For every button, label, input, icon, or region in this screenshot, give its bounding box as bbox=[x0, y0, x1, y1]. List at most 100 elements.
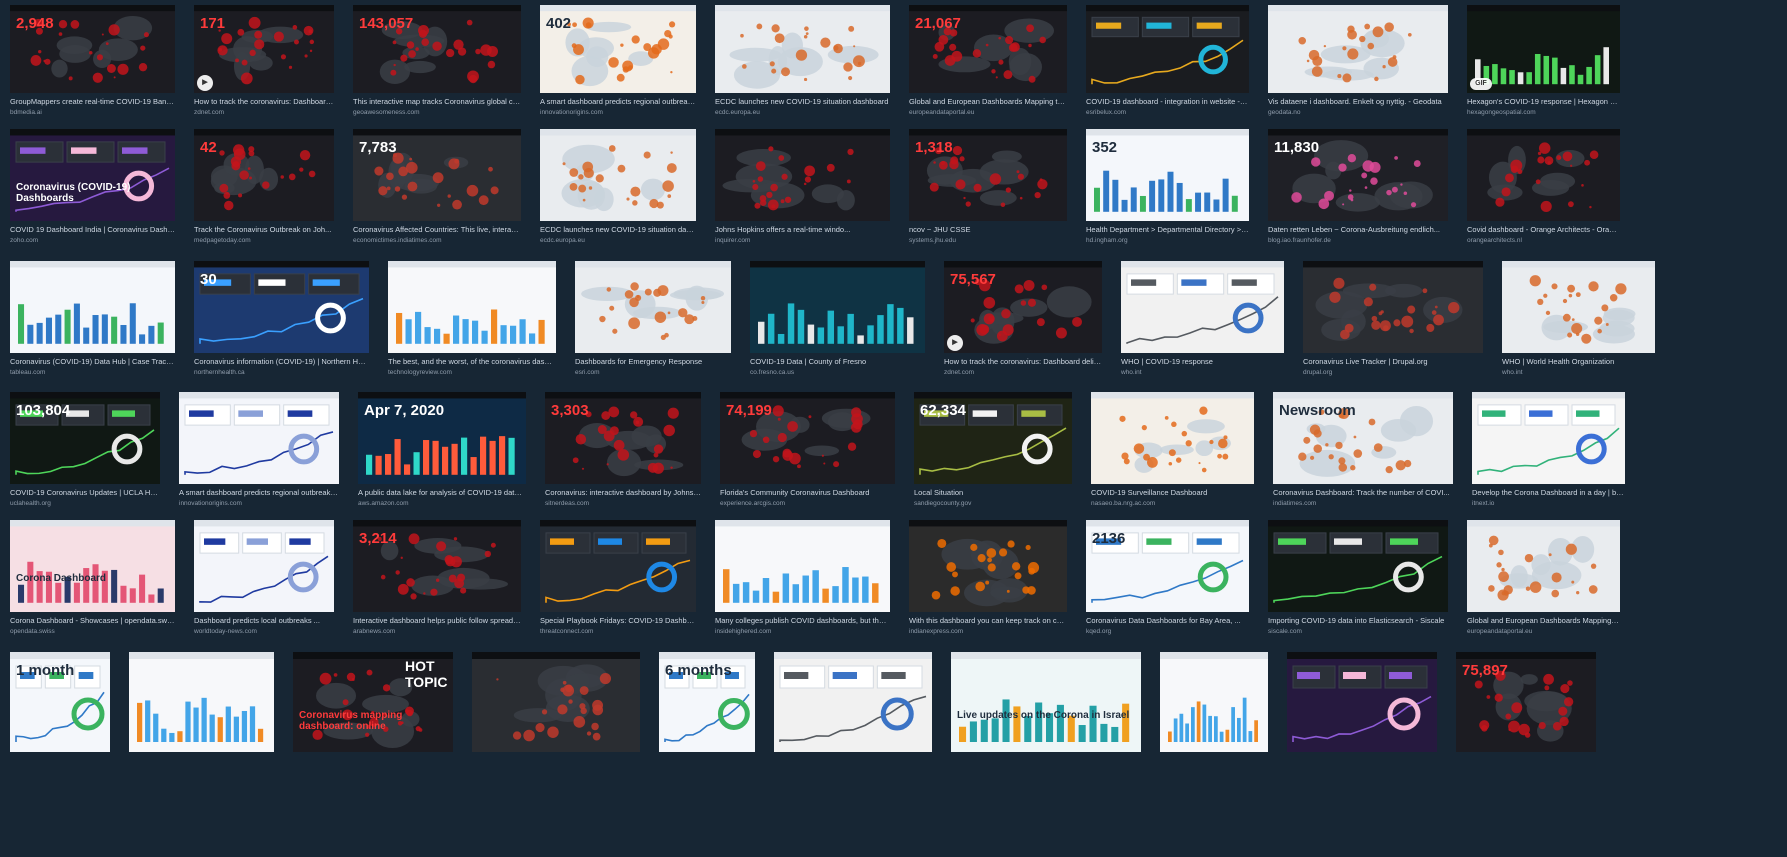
result-thumbnail[interactable] bbox=[388, 261, 556, 353]
image-result[interactable]: 7,783 Coronavirus Affected Countries: Thi… bbox=[353, 129, 521, 249]
result-thumbnail[interactable] bbox=[1502, 261, 1655, 353]
image-result[interactable]: Corona Dashboard Corona Dashboard - Showc… bbox=[10, 520, 175, 640]
result-thumbnail[interactable] bbox=[944, 261, 1102, 353]
result-thumbnail[interactable] bbox=[715, 520, 890, 612]
image-result[interactable]: 11,830 Daten retten Leben ~ Corona-Ausbre… bbox=[1268, 129, 1448, 249]
result-title[interactable]: The best, and the worst, of the coronavi… bbox=[388, 357, 556, 367]
result-title[interactable]: Coronavirus Live Tracker | Drupal.org bbox=[1303, 357, 1483, 367]
result-title[interactable]: Coronavirus (COVID-19) Data Hub | Case T… bbox=[10, 357, 175, 367]
result-title[interactable]: COVID-19 Coronavirus Updates | UCLA Heal… bbox=[10, 488, 160, 498]
result-title[interactable]: Hexagon's COVID-19 response | Hexagon Ge… bbox=[1467, 97, 1620, 107]
video-play-icon[interactable]: ▶ bbox=[197, 75, 213, 91]
result-source[interactable]: drupal.org bbox=[1303, 368, 1483, 377]
result-title[interactable]: Vis dataene i dashboard. Enkelt og nytti… bbox=[1268, 97, 1448, 107]
image-result[interactable]: ECDC launches new COVID-19 situation das… bbox=[540, 129, 696, 249]
result-source[interactable]: sandiegocounty.gov bbox=[914, 499, 1072, 508]
result-source[interactable]: innovationorigins.com bbox=[179, 499, 339, 508]
result-source[interactable]: tableau.com bbox=[10, 368, 175, 377]
image-result[interactable]: Many colleges publish COVID dashboards, … bbox=[715, 520, 890, 640]
result-thumbnail[interactable] bbox=[129, 652, 274, 752]
image-result[interactable]: 3,303 Coronavirus: interactive dashboard … bbox=[545, 392, 701, 512]
result-thumbnail[interactable] bbox=[1160, 652, 1268, 752]
result-thumbnail[interactable] bbox=[10, 652, 110, 752]
result-source[interactable]: indianexpress.com bbox=[909, 627, 1067, 636]
result-source[interactable]: zoho.com bbox=[10, 236, 175, 245]
result-title[interactable]: COVID-19 dashboard - integration in webs… bbox=[1086, 97, 1249, 107]
image-result[interactable]: Develop the Corona Dashboard in a day | … bbox=[1472, 392, 1625, 512]
result-thumbnail[interactable] bbox=[909, 520, 1067, 612]
image-result[interactable] bbox=[129, 652, 274, 780]
result-thumbnail[interactable] bbox=[179, 392, 339, 484]
image-result[interactable]: Coronavirus mapping dashboard: online HOT… bbox=[293, 652, 453, 780]
image-result[interactable] bbox=[1287, 652, 1437, 780]
result-title[interactable]: GroupMappers create real-time COVID-19 B… bbox=[10, 97, 175, 107]
result-thumbnail[interactable] bbox=[1303, 261, 1483, 353]
result-thumbnail[interactable] bbox=[10, 520, 175, 612]
result-thumbnail[interactable] bbox=[194, 520, 334, 612]
result-title[interactable]: Johns Hopkins offers a real-time windo..… bbox=[715, 225, 890, 235]
image-result[interactable]: With this dashboard you can keep track o… bbox=[909, 520, 1067, 640]
result-title[interactable]: Covid dashboard - Orange Architects - Or… bbox=[1467, 225, 1620, 235]
result-thumbnail[interactable] bbox=[540, 5, 696, 93]
image-result[interactable]: GIF Hexagon's COVID-19 response | Hexagon… bbox=[1467, 5, 1620, 121]
result-source[interactable]: insidehighered.com bbox=[715, 627, 890, 636]
result-source[interactable]: sitnerdeas.com bbox=[545, 499, 701, 508]
result-title[interactable]: Local Situation bbox=[914, 488, 1072, 498]
result-thumbnail[interactable] bbox=[353, 5, 521, 93]
result-source[interactable]: who.int bbox=[1121, 368, 1284, 377]
image-result[interactable]: 21,067 Global and European Dashboards Map… bbox=[909, 5, 1067, 121]
result-title[interactable]: This interactive map tracks Coronavirus … bbox=[353, 97, 521, 107]
result-thumbnail[interactable] bbox=[1086, 5, 1249, 93]
result-title[interactable]: Track the Coronavirus Outbreak on Joh... bbox=[194, 225, 334, 235]
result-source[interactable]: innovationorigins.com bbox=[540, 108, 696, 117]
result-thumbnail[interactable] bbox=[1456, 652, 1596, 752]
result-thumbnail[interactable] bbox=[353, 129, 521, 221]
result-title[interactable]: Interactive dashboard helps public follo… bbox=[353, 616, 521, 626]
result-title[interactable]: How to track the coronavirus: Dashboard … bbox=[944, 357, 1102, 367]
result-thumbnail[interactable] bbox=[1268, 129, 1448, 221]
image-result[interactable]: WHO | COVID-19 response who.int bbox=[1121, 261, 1284, 381]
result-title[interactable]: ECDC launches new COVID-19 situation das… bbox=[540, 225, 696, 235]
image-result[interactable]: Global and European Dashboards Mapping t… bbox=[1467, 520, 1620, 640]
result-thumbnail[interactable] bbox=[194, 261, 369, 353]
result-source[interactable]: worldtoday-news.com bbox=[194, 627, 334, 636]
result-thumbnail[interactable] bbox=[1467, 520, 1620, 612]
result-source[interactable]: bdmedia.ai bbox=[10, 108, 175, 117]
result-title[interactable]: Many colleges publish COVID dashboards, … bbox=[715, 616, 890, 626]
image-result[interactable]: 352 Health Department > Departmental Dire… bbox=[1086, 129, 1249, 249]
result-thumbnail[interactable] bbox=[909, 129, 1067, 221]
image-result[interactable]: COVID-19 dashboard - integration in webs… bbox=[1086, 5, 1249, 121]
result-title[interactable]: COVID-19 Surveillance Dashboard bbox=[1091, 488, 1254, 498]
image-result[interactable]: 103,804 COVID-19 Coronavirus Updates | UC… bbox=[10, 392, 160, 512]
result-source[interactable]: economictimes.indiatimes.com bbox=[353, 236, 521, 245]
result-source[interactable]: inquirer.com bbox=[715, 236, 890, 245]
image-result[interactable]: Dashboard predicts local outbreaks ... wo… bbox=[194, 520, 334, 640]
result-title[interactable]: A smart dashboard predicts regional outb… bbox=[540, 97, 696, 107]
result-thumbnail[interactable] bbox=[353, 520, 521, 612]
result-title[interactable]: WHO | COVID-19 response bbox=[1121, 357, 1284, 367]
result-source[interactable]: technologyreview.com bbox=[388, 368, 556, 377]
image-result[interactable]: 1,318 ncov ~ JHU CSSE systems.jhu.edu bbox=[909, 129, 1067, 249]
result-title[interactable]: Coronavirus Dashboard: Track the number … bbox=[1273, 488, 1453, 498]
result-thumbnail[interactable] bbox=[720, 392, 895, 484]
result-thumbnail[interactable] bbox=[1472, 392, 1625, 484]
image-result[interactable]: 2,948 GroupMappers create real-time COVID… bbox=[10, 5, 175, 121]
result-title[interactable]: Dashboard predicts local outbreaks ... bbox=[194, 616, 334, 626]
result-title[interactable]: Health Department > Departmental Directo… bbox=[1086, 225, 1249, 235]
result-title[interactable]: Coronavirus Data Dashboards for Bay Area… bbox=[1086, 616, 1249, 626]
image-result[interactable]: COVID-19 Data | County of Fresno co.fresn… bbox=[750, 261, 925, 381]
result-title[interactable]: WHO | World Health Organization bbox=[1502, 357, 1655, 367]
result-source[interactable]: northernhealth.ca bbox=[194, 368, 369, 377]
image-result[interactable]: Coronavirus (COVID-19) Data Hub | Case T… bbox=[10, 261, 175, 381]
result-thumbnail[interactable] bbox=[1268, 5, 1448, 93]
result-title[interactable]: ncov ~ JHU CSSE bbox=[909, 225, 1067, 235]
image-result[interactable]: 402 A smart dashboard predicts regional o… bbox=[540, 5, 696, 121]
result-thumbnail[interactable] bbox=[194, 5, 334, 93]
result-thumbnail[interactable] bbox=[914, 392, 1072, 484]
image-result[interactable]: 42 Track the Coronavirus Outbreak on Joh.… bbox=[194, 129, 334, 249]
video-play-icon[interactable]: ▶ bbox=[947, 335, 963, 351]
result-thumbnail[interactable] bbox=[1091, 392, 1254, 484]
result-source[interactable]: itnext.io bbox=[1472, 499, 1625, 508]
result-thumbnail[interactable] bbox=[194, 129, 334, 221]
result-source[interactable]: orangearchitects.nl bbox=[1467, 236, 1620, 245]
